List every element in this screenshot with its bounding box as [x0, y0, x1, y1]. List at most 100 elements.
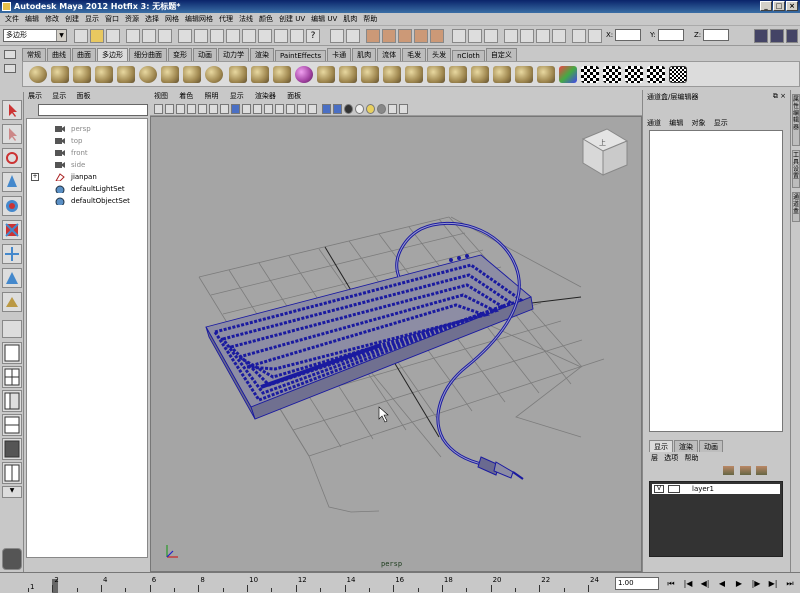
- viewport-persp[interactable]: 上 persp: [150, 116, 642, 572]
- shelf-tab-animation[interactable]: 动画: [193, 48, 217, 61]
- separate-icon[interactable]: [339, 66, 357, 83]
- render-current-icon[interactable]: [504, 29, 518, 43]
- menu-help[interactable]: 帮助: [360, 14, 380, 24]
- cb-menu-edit[interactable]: 编辑: [669, 119, 683, 127]
- image-plane-icon[interactable]: [187, 104, 196, 114]
- shelf-tabs-icon[interactable]: [4, 64, 16, 73]
- shelf-tab-toon[interactable]: 卡通: [327, 48, 352, 61]
- poly-helix-icon[interactable]: [229, 66, 247, 83]
- mask-rendering-icon[interactable]: [274, 29, 288, 43]
- shelf-tab-fluids[interactable]: 流体: [377, 48, 402, 61]
- maximize-button[interactable]: □: [773, 1, 785, 11]
- sidebar-toggle-icon[interactable]: [754, 29, 768, 43]
- highlight-selection-icon[interactable]: [346, 29, 360, 43]
- history-input-icon[interactable]: [452, 29, 466, 43]
- layer-menu-options[interactable]: 选项: [664, 454, 678, 462]
- mask-handles-icon[interactable]: [178, 29, 192, 43]
- poly-platonic-icon[interactable]: [273, 66, 291, 83]
- smooth-shade-icon[interactable]: [242, 104, 251, 114]
- poly-prism-icon[interactable]: [161, 66, 179, 83]
- mask-dynamics-icon[interactable]: [258, 29, 272, 43]
- snap-grid-icon[interactable]: [366, 29, 380, 43]
- construction-history-icon[interactable]: [484, 29, 498, 43]
- outliner-item-front[interactable]: front: [27, 147, 137, 159]
- side-tab-tool-settings[interactable]: 工具设置: [792, 150, 800, 188]
- antialias-icon[interactable]: [366, 104, 375, 114]
- ambient-occlusion-icon[interactable]: [344, 104, 353, 114]
- layout-custom-icon[interactable]: [2, 462, 22, 484]
- move-tool-icon[interactable]: [2, 172, 22, 192]
- menu-window[interactable]: 窗口: [102, 14, 122, 24]
- poly-sphere-icon[interactable]: [29, 66, 47, 83]
- menu-color[interactable]: 颜色: [256, 14, 276, 24]
- shelf-tab-ncloth[interactable]: nCloth: [452, 50, 485, 61]
- menu-assets[interactable]: 资源: [122, 14, 142, 24]
- cylindrical-mapping-icon[interactable]: [581, 66, 599, 83]
- layer-tab-animation[interactable]: 动画: [699, 440, 723, 452]
- layout-hypershade-icon[interactable]: [2, 438, 22, 460]
- poly-pipe-icon[interactable]: [205, 66, 223, 83]
- automatic-mapping-icon[interactable]: [625, 66, 643, 83]
- combine-icon[interactable]: [317, 66, 335, 83]
- layout-outliner-icon[interactable]: [2, 390, 22, 412]
- attribute-editor-toggle-icon[interactable]: [770, 29, 784, 43]
- outliner-item-persp[interactable]: persp: [27, 123, 137, 135]
- go-to-start-icon[interactable]: ⏮: [666, 579, 676, 589]
- poly-cone-icon[interactable]: [95, 66, 113, 83]
- save-scene-icon[interactable]: [106, 29, 120, 43]
- isolate-select-icon[interactable]: [275, 104, 284, 114]
- go-to-end-icon[interactable]: ⏭: [785, 579, 795, 589]
- insert-edge-loop-icon[interactable]: [515, 66, 533, 83]
- shelf-tab-fur[interactable]: 毛发: [402, 48, 427, 61]
- vp-menu-lighting[interactable]: 照明: [204, 92, 218, 100]
- wireframe-icon[interactable]: [231, 104, 240, 114]
- vp-menu-renderer[interactable]: 渲染器: [255, 92, 276, 100]
- hypershade-icon[interactable]: [552, 29, 566, 43]
- outliner-item-defaultlightset[interactable]: defaultLightSet: [27, 183, 137, 195]
- new-scene-icon[interactable]: [74, 29, 88, 43]
- shelf-menu-icon[interactable]: [4, 50, 16, 59]
- mask-surfaces-icon[interactable]: [226, 29, 240, 43]
- bookmark-icon[interactable]: [176, 104, 185, 114]
- new-layer-icon[interactable]: [723, 466, 734, 475]
- menu-edit-uvs[interactable]: 编辑 UV: [308, 14, 340, 24]
- numeric-input-icon[interactable]: [572, 29, 586, 43]
- shelf-tab-polygons[interactable]: 多边形: [97, 48, 128, 61]
- menu-set-dropdown[interactable]: 多边形 ▼: [3, 29, 67, 42]
- shelf-tab-rendering[interactable]: 渲染: [250, 48, 274, 61]
- snap-point-icon[interactable]: [398, 29, 412, 43]
- camera-attributes-icon[interactable]: [165, 104, 174, 114]
- question-icon[interactable]: ?: [306, 29, 320, 43]
- motion-blur-icon[interactable]: [355, 104, 364, 114]
- render-settings-icon[interactable]: [536, 29, 550, 43]
- poly-cylinder-icon[interactable]: [73, 66, 91, 83]
- wireframe-on-shaded-icon[interactable]: [253, 104, 262, 114]
- x-input[interactable]: [615, 29, 642, 41]
- cb-menu-channels[interactable]: 通道: [647, 119, 661, 127]
- layout-four-icon[interactable]: [2, 366, 22, 388]
- menu-edit-mesh[interactable]: 编辑网格: [182, 14, 216, 24]
- outliner-menu-show[interactable]: 展示: [28, 92, 42, 100]
- layer-move-icon[interactable]: [756, 466, 768, 475]
- split-polygon-icon[interactable]: [493, 66, 511, 83]
- extrude-icon[interactable]: [449, 66, 467, 83]
- menu-edit[interactable]: 编辑: [22, 14, 42, 24]
- z-input[interactable]: [703, 29, 730, 41]
- uv-texture-editor-icon[interactable]: [647, 66, 665, 83]
- shelf-tab-subdivs[interactable]: 细分曲面: [129, 48, 167, 61]
- gamma-icon[interactable]: [399, 104, 408, 114]
- vp-menu-view[interactable]: 视图: [154, 92, 168, 100]
- step-back-icon[interactable]: |◀: [683, 579, 693, 589]
- menu-create[interactable]: 创建: [62, 14, 82, 24]
- current-frame-field[interactable]: 1.00: [615, 577, 659, 590]
- poly-pyramid-icon[interactable]: [183, 66, 201, 83]
- bridge-icon[interactable]: [405, 66, 423, 83]
- outliner-item-top[interactable]: top: [27, 135, 137, 147]
- menu-display[interactable]: 显示: [82, 14, 102, 24]
- layer-row[interactable]: V layer1: [652, 484, 780, 494]
- x-field[interactable]: X:: [606, 28, 642, 42]
- depth-of-field-icon[interactable]: [377, 104, 386, 114]
- show-manipulator-icon[interactable]: [2, 292, 22, 312]
- poly-soccer-ball-icon[interactable]: [251, 66, 269, 83]
- history-output-icon[interactable]: [468, 29, 482, 43]
